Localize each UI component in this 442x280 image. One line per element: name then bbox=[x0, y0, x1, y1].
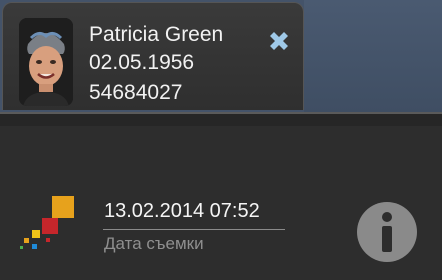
patient-avatar bbox=[19, 18, 73, 106]
header-background bbox=[304, 0, 442, 112]
patient-card[interactable]: Patricia Green 02.05.1956 54684027 bbox=[2, 2, 304, 110]
brand-logo bbox=[16, 194, 80, 256]
patient-birth-date: 02.05.1956 bbox=[89, 51, 195, 74]
patient-name: Patricia Green bbox=[89, 23, 224, 46]
close-x-icon bbox=[270, 32, 288, 50]
section-divider bbox=[0, 112, 442, 126]
close-patient-button[interactable] bbox=[265, 27, 293, 55]
datetime-underline bbox=[103, 229, 285, 230]
study-datetime-label: Дата съемки bbox=[104, 234, 204, 253]
patient-header-bar: Patricia Green 02.05.1956 54684027 bbox=[0, 0, 442, 112]
study-info-panel: 13.02.2014 07:52 Дата съемки bbox=[0, 126, 442, 280]
study-datetime: 13.02.2014 07:52 bbox=[104, 200, 260, 222]
patient-id: 54684027 bbox=[89, 81, 183, 104]
logo-icon bbox=[20, 196, 74, 249]
avatar-image bbox=[19, 18, 73, 106]
info-button[interactable] bbox=[356, 201, 418, 263]
info-icon bbox=[357, 202, 417, 262]
